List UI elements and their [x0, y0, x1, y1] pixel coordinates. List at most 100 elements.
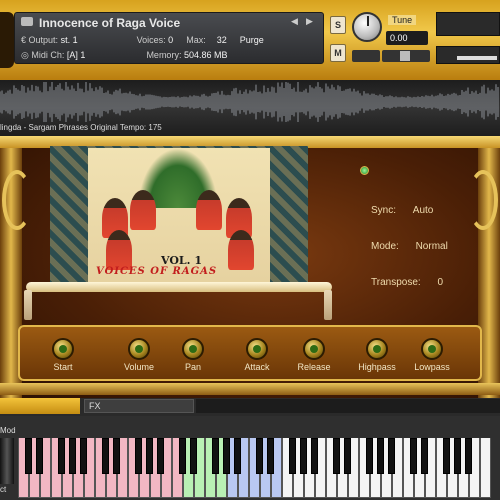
- left-scroll-ornament: [2, 170, 32, 230]
- black-key[interactable]: [421, 438, 428, 474]
- piano-keyboard[interactable]: [18, 438, 500, 498]
- sync-label: Sync:: [371, 205, 397, 216]
- prev-instrument-icon[interactable]: ◀: [291, 16, 298, 27]
- black-key[interactable]: [223, 438, 230, 474]
- black-key[interactable]: [289, 438, 296, 474]
- camera-icon[interactable]: [21, 17, 33, 26]
- black-key[interactable]: [333, 438, 340, 474]
- transpose-label: Transpose:: [371, 277, 421, 288]
- black-key[interactable]: [179, 438, 186, 474]
- black-key[interactable]: [234, 438, 241, 474]
- black-key[interactable]: [157, 438, 164, 474]
- dancer-figure: [196, 190, 222, 230]
- mode-label: Mode:: [371, 241, 399, 252]
- transpose-value[interactable]: 0: [437, 277, 443, 288]
- volume-fader-handle[interactable]: [457, 56, 497, 60]
- knob-volume[interactable]: [128, 338, 150, 360]
- black-key[interactable]: [135, 438, 142, 474]
- knob-label-volume: Volume: [123, 362, 155, 372]
- pan-slider-handle[interactable]: [400, 51, 410, 61]
- instrument-title[interactable]: Innocence of Raga Voice: [39, 16, 180, 30]
- black-key[interactable]: [102, 438, 109, 474]
- black-key[interactable]: [58, 438, 65, 474]
- voices-label: Voices:: [136, 35, 166, 45]
- mode-value[interactable]: Normal: [416, 241, 448, 252]
- tune-value[interactable]: 0.00: [386, 31, 428, 45]
- black-key[interactable]: [443, 438, 450, 474]
- tab-bar-fill: [196, 399, 500, 413]
- black-key[interactable]: [377, 438, 384, 474]
- transpose-param: Transpose: 0: [371, 277, 443, 288]
- status-led: [360, 166, 369, 175]
- black-key[interactable]: [410, 438, 417, 474]
- instrument-info-panel: Innocence of Raga Voice ◀ ▶ € Output: st…: [14, 12, 324, 64]
- sync-value[interactable]: Auto: [413, 205, 434, 216]
- voices-value: 0: [168, 35, 174, 45]
- white-key[interactable]: [480, 438, 491, 498]
- memory-label: Memory:: [146, 50, 182, 60]
- waveform-display[interactable]: lingda - Sargam Phrases Original Tempo: …: [0, 80, 500, 136]
- memory-value: 504.86 MB: [183, 50, 228, 60]
- mode-param: Mode: Normal: [371, 241, 448, 252]
- next-instrument-icon[interactable]: ▶: [306, 16, 313, 27]
- octave-label: ct: [0, 485, 7, 494]
- black-key[interactable]: [80, 438, 87, 474]
- tab-fx[interactable]: FX: [84, 399, 194, 413]
- knob-label-start: Start: [53, 362, 73, 372]
- right-tassel: [324, 290, 332, 320]
- knob-highpass[interactable]: [366, 338, 388, 360]
- black-key[interactable]: [25, 438, 32, 474]
- bottom-gold-rail: [0, 383, 500, 395]
- right-scroll-ornament: [468, 170, 498, 230]
- black-key[interactable]: [344, 438, 351, 474]
- cover-artwork: VOL. 1 VOICES OF RAGAS: [88, 148, 270, 282]
- black-key[interactable]: [465, 438, 472, 474]
- black-key[interactable]: [146, 438, 153, 474]
- scroll-rod: [26, 282, 332, 292]
- knob-start[interactable]: [52, 338, 74, 360]
- black-key[interactable]: [311, 438, 318, 474]
- black-key[interactable]: [36, 438, 43, 474]
- knob-pan[interactable]: [182, 338, 204, 360]
- black-key[interactable]: [366, 438, 373, 474]
- mod-wheel-label: Mod: [0, 426, 16, 435]
- waveform-graphic: [0, 82, 499, 122]
- knob-label-highpass: Highpass: [358, 362, 396, 372]
- output-select[interactable]: st. 1: [61, 35, 78, 45]
- black-key[interactable]: [388, 438, 395, 474]
- black-key[interactable]: [212, 438, 219, 474]
- black-key[interactable]: [190, 438, 197, 474]
- midi-channel-select[interactable]: [A] 1: [67, 50, 86, 60]
- midi-icon: ◎: [21, 50, 32, 60]
- solo-button[interactable]: S: [330, 16, 346, 34]
- knob-release[interactable]: [303, 338, 325, 360]
- mute-button[interactable]: M: [330, 44, 346, 62]
- dancer-figure: [130, 190, 156, 230]
- dancer-figure: [228, 230, 254, 270]
- black-key[interactable]: [267, 438, 274, 474]
- pan-slider[interactable]: [382, 50, 430, 62]
- output-label: Output:: [28, 35, 59, 45]
- black-key[interactable]: [256, 438, 263, 474]
- volume-fader[interactable]: [436, 46, 500, 64]
- black-key[interactable]: [69, 438, 76, 474]
- knob-label-attack: Attack: [244, 362, 270, 372]
- midi-label: Midi Ch:: [31, 50, 65, 60]
- knob-attack[interactable]: [246, 338, 268, 360]
- dancer-figure: [106, 230, 132, 270]
- knob-lowpass[interactable]: [421, 338, 443, 360]
- max-label: Max:: [186, 35, 206, 45]
- purge-menu[interactable]: Purge: [240, 35, 264, 45]
- black-key[interactable]: [300, 438, 307, 474]
- black-key[interactable]: [113, 438, 120, 474]
- max-voices-value[interactable]: 32: [217, 35, 227, 45]
- sync-param: Sync: Auto: [371, 205, 433, 216]
- black-key[interactable]: [454, 438, 461, 474]
- tune-knob[interactable]: [352, 12, 382, 42]
- tab-main[interactable]: [0, 398, 80, 414]
- pitch-mod-wheel[interactable]: [0, 438, 14, 484]
- aux-button[interactable]: [352, 50, 380, 62]
- tune-label: Tune: [388, 15, 417, 25]
- output-meter: [436, 12, 500, 36]
- output-icon: €: [21, 35, 29, 45]
